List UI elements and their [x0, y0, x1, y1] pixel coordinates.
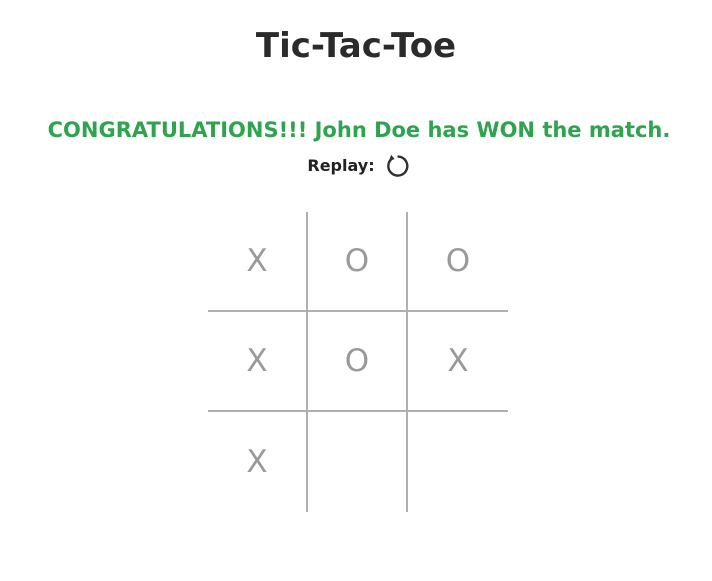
- game-title: Tic-Tac-Toe: [255, 26, 457, 66]
- board-cell[interactable]: X: [208, 412, 308, 512]
- board-cell[interactable]: [408, 412, 508, 512]
- board-cell[interactable]: X: [208, 212, 308, 312]
- board-cell[interactable]: X: [408, 312, 508, 412]
- win-message: CONGRATULATIONS!!! John Doe has WON the …: [47, 118, 671, 142]
- board-cell[interactable]: O: [308, 312, 408, 412]
- board-cell[interactable]: O: [408, 212, 508, 312]
- replay-row: Replay:: [0, 152, 712, 180]
- game-board: X O O X O X X: [208, 212, 508, 512]
- replay-label: Replay:: [307, 156, 375, 175]
- board-cell[interactable]: O: [308, 212, 408, 312]
- replay-button[interactable]: [383, 152, 411, 180]
- board-cell[interactable]: [308, 412, 408, 512]
- refresh-icon: [386, 154, 409, 177]
- board-cell[interactable]: X: [208, 312, 308, 412]
